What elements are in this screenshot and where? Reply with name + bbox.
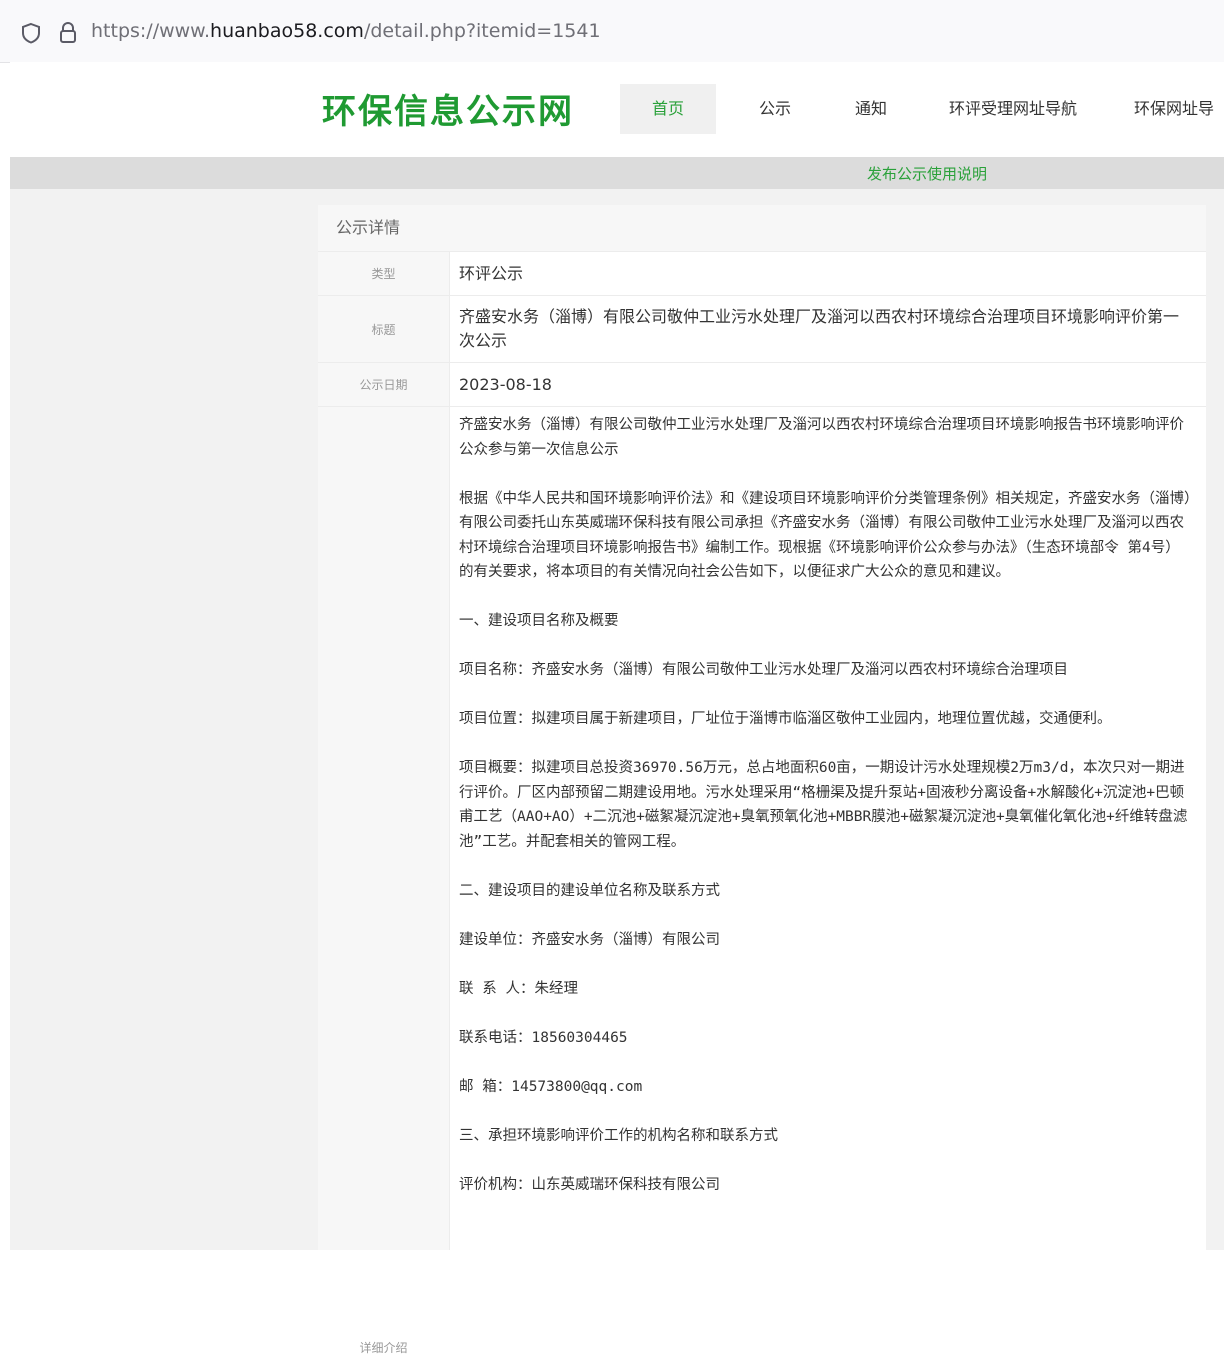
detail-paragraph: 三、承担环境影响评价工作的机构名称和联系方式 bbox=[459, 1127, 778, 1144]
nav-env-links[interactable]: 环保网址导 bbox=[1134, 84, 1224, 134]
detail-paragraph: 齐盛安水务（淄博）有限公司敬仲工业污水处理厂及淄河以西农村环境综合治理项目环境影… bbox=[459, 417, 1184, 458]
detail-paragraph: 项目名称：齐盛安水务（淄博）有限公司敬仲工业污水处理厂及淄河以西农村环境综合治理… bbox=[459, 662, 1068, 678]
nav-notice[interactable]: 公示 bbox=[738, 84, 812, 134]
type-label: 类型 bbox=[318, 252, 450, 295]
date-label: 公示日期 bbox=[318, 363, 450, 406]
detail-label: 详细介绍 bbox=[359, 1341, 408, 1355]
card-title: 公示详情 bbox=[318, 205, 1206, 252]
sub-bar: 发布公示使用说明 bbox=[10, 157, 1224, 189]
type-row: 类型 环评公示 bbox=[318, 252, 1206, 296]
shield-icon[interactable] bbox=[20, 22, 42, 44]
type-value: 环评公示 bbox=[459, 263, 524, 283]
date-row: 公示日期 2023-08-18 bbox=[318, 363, 1206, 407]
title-label: 标题 bbox=[318, 296, 450, 362]
browser-address-bar: https://www.huanbao58.com/detail.php?ite… bbox=[0, 0, 1224, 63]
detail-paragraph: 邮 箱：14573800@qq.com bbox=[459, 1078, 643, 1095]
url-prefix: https://www. bbox=[91, 20, 211, 42]
detail-paragraph: 二、建设项目的建设单位名称及联系方式 bbox=[459, 882, 720, 899]
detail-card: 公示详情 类型 环评公示 标题 齐盛安水务（淄博）有限公司敬仲工业污水处理厂及淄… bbox=[318, 205, 1206, 1355]
detail-paragraph: 联系电话：18560304465 bbox=[459, 1029, 628, 1046]
title-value: 齐盛安水务（淄博）有限公司敬仲工业污水处理厂及淄河以西农村环境综合治理项目环境影… bbox=[459, 307, 1180, 350]
detail-content: 齐盛安水务（淄博）有限公司敬仲工业污水处理厂及淄河以西农村环境综合治理项目环境影… bbox=[459, 413, 1194, 1222]
nav-eia-navigation[interactable]: 环评受理网址导航 bbox=[938, 84, 1088, 134]
nav-announcement[interactable]: 通知 bbox=[834, 84, 908, 134]
site-logo[interactable]: 环保信息公示网 bbox=[322, 84, 574, 133]
card-title-text: 公示详情 bbox=[336, 218, 401, 237]
detail-label-column: 详细介绍 bbox=[318, 407, 450, 1355]
detail-paragraph: 根据《中华人民共和国环境影响评价法》和《建设项目环境影响评价分类管理条例》相关规… bbox=[459, 490, 1192, 581]
title-row: 标题 齐盛安水务（淄博）有限公司敬仲工业污水处理厂及淄河以西农村环境综合治理项目… bbox=[318, 296, 1206, 363]
detail-paragraph: 项目位置：拟建项目属于新建项目，厂址位于淄博市临淄区敬仲工业园内，地理位置优越，… bbox=[459, 711, 1112, 727]
detail-paragraph: 评价机构：山东英威瑞环保科技有限公司 bbox=[459, 1176, 720, 1193]
url-domain: huanbao58.com bbox=[210, 20, 364, 42]
url-field[interactable]: https://www.huanbao58.com/detail.php?ite… bbox=[91, 20, 601, 42]
publish-guide-link[interactable]: 发布公示使用说明 bbox=[867, 163, 987, 184]
detail-paragraph: 项目概要：拟建项目总投资36970.56万元，总占地面积60亩，一期设计污水处理… bbox=[459, 760, 1188, 850]
url-path: /detail.php?itemid=1541 bbox=[363, 20, 601, 42]
detail-paragraph: 联 系 人：朱经理 bbox=[459, 980, 578, 997]
detail-paragraph: 一、建设项目名称及概要 bbox=[459, 613, 619, 629]
page: 环保信息公示网 首页 公示 通知 环评受理网址导航 环保网址导 发布公示使用说明… bbox=[10, 62, 1224, 1355]
date-value: 2023-08-18 bbox=[459, 374, 552, 394]
nav-home[interactable]: 首页 bbox=[620, 84, 716, 134]
site-header: 环保信息公示网 首页 公示 通知 环评受理网址导航 环保网址导 bbox=[10, 62, 1224, 157]
detail-paragraph: 建设单位：齐盛安水务（淄博）有限公司 bbox=[459, 931, 720, 948]
lock-icon[interactable] bbox=[58, 21, 78, 45]
